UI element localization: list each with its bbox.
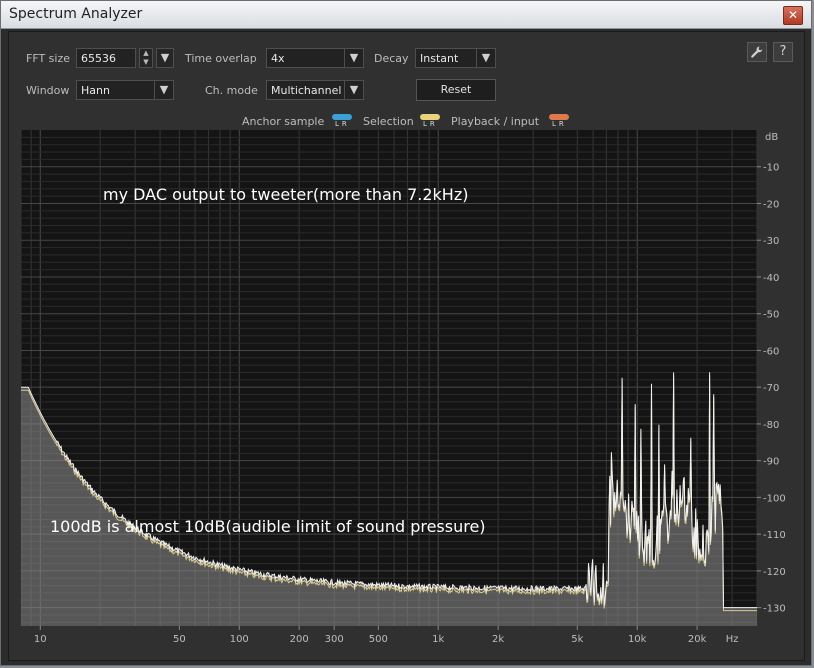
fft-size-dropdown[interactable]: ▼: [156, 48, 174, 68]
frequency-tick-label: 200: [290, 634, 309, 645]
anchor-sample-label: Anchor sample: [242, 115, 325, 128]
frequency-tick-label: 2k: [492, 634, 504, 645]
db-tick-label: -120: [763, 567, 786, 578]
close-icon: ✕: [787, 8, 799, 22]
fft-size-label: FFT size: [26, 52, 71, 65]
lr-label: LR: [552, 120, 567, 128]
db-tick-label: -70: [763, 383, 779, 394]
selection-label: Selection: [363, 115, 414, 128]
db-tick-label: -60: [763, 346, 779, 357]
db-tick-label: -20: [763, 199, 779, 210]
spectrum-plot[interactable]: dB -10 -20 -30 -40 -50 -60 -70 -80 -90 -100 -110 -12…: [16, 128, 798, 654]
reset-button[interactable]: Reset: [416, 79, 496, 101]
bottom-annotation: 100dB is almost 10dB(audible limit of so…: [50, 517, 486, 536]
chevron-down-icon: ▼: [160, 51, 170, 64]
time-overlap-value: 4x: [271, 52, 285, 65]
chevron-down-icon: ▼: [476, 49, 495, 67]
top-annotation: my DAC output to tweeter(more than 7.2kH…: [103, 185, 468, 204]
chevron-down-icon: ▼: [154, 81, 173, 99]
frequency-axis: 10 50 100 200 300 500 1k 2k 5k 10k 20k Hz: [34, 626, 739, 645]
db-tick-label: -50: [763, 310, 779, 321]
db-tick-label: -100: [763, 493, 786, 504]
decay-value: Instant: [420, 52, 459, 65]
lr-label: LR: [335, 120, 350, 128]
db-tick-label: -90: [763, 457, 779, 468]
fft-size-value: 65536: [81, 52, 116, 65]
help-button[interactable]: ?: [773, 42, 793, 62]
analyzer-panel: FFT size 65536 ▲ ▼ ▼ Time overlap 4x ▼ De…: [8, 31, 805, 661]
channel-mode-label: Ch. mode: [205, 84, 258, 97]
db-tick-label: -80: [763, 420, 779, 431]
time-overlap-label: Time overlap: [185, 52, 257, 65]
frequency-tick-label: 300: [325, 634, 344, 645]
db-tick-label: -130: [763, 604, 786, 615]
fft-size-field[interactable]: 65536: [76, 48, 136, 68]
frequency-tick-label: 20k: [688, 634, 707, 645]
frequency-unit-label: Hz: [726, 634, 739, 645]
playback-input-swatch: LR: [549, 114, 569, 128]
playback-input-label: Playback / input: [451, 115, 540, 128]
chevron-down-icon: ▼: [344, 49, 363, 67]
window-title: Spectrum Analyzer: [9, 6, 143, 22]
window-function-value: Hann: [81, 84, 110, 97]
db-tick-label: -40: [763, 273, 779, 284]
frequency-tick-label: 100: [230, 634, 249, 645]
window-function-label: Window: [26, 84, 70, 97]
frequency-tick-label: 5k: [571, 634, 583, 645]
time-overlap-select[interactable]: 4x ▼: [266, 48, 364, 68]
frequency-tick-label: 10k: [628, 634, 647, 645]
wrench-icon: [751, 46, 763, 58]
frequency-tick-label: 500: [369, 634, 388, 645]
window-function-select[interactable]: Hann ▼: [76, 80, 174, 100]
spectrum-analyzer-window: Spectrum Analyzer ✕ FFT size 65536 ▲ ▼ ▼ …: [0, 0, 812, 666]
db-tick-label: -110: [763, 530, 786, 541]
db-unit-label: dB: [765, 132, 778, 143]
frequency-tick-label: 1k: [432, 634, 444, 645]
anchor-sample-swatch: LR: [332, 114, 352, 128]
decay-select[interactable]: Instant ▼: [415, 48, 496, 68]
channel-mode-select[interactable]: Multichannel ▼: [266, 80, 364, 100]
db-axis: dB -10 -20 -30 -40 -50 -60 -70 -80 -90 -100 -110 -12…: [757, 132, 786, 615]
chevron-down-icon: ▼: [344, 81, 363, 99]
selection-swatch: LR: [420, 114, 440, 128]
title-bar: Spectrum Analyzer ✕: [1, 1, 811, 29]
channel-mode-value: Multichannel: [271, 84, 342, 97]
lr-label: LR: [423, 120, 438, 128]
frequency-tick-label: 50: [173, 634, 186, 645]
frequency-tick-label: 10: [34, 634, 47, 645]
help-icon: ?: [779, 44, 787, 59]
db-tick-label: -10: [763, 163, 779, 174]
decay-label: Decay: [374, 52, 409, 65]
close-button[interactable]: ✕: [783, 6, 803, 25]
fft-size-stepper[interactable]: ▲ ▼: [139, 48, 153, 68]
settings-button[interactable]: [747, 42, 767, 62]
db-tick-label: -30: [763, 236, 779, 247]
